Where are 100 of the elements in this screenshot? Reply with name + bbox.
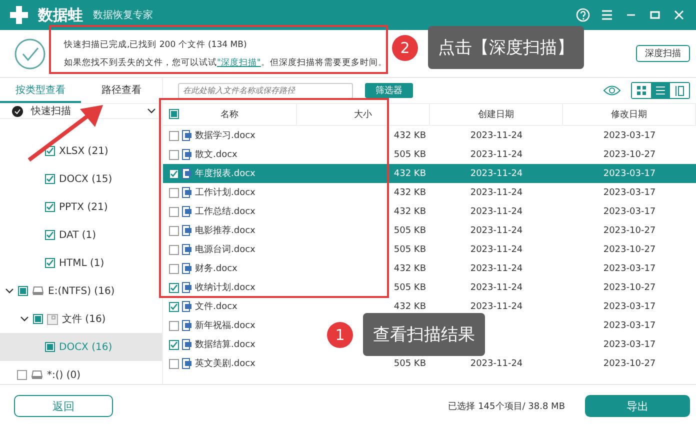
checkbox[interactable] — [45, 202, 55, 212]
deep-scan-hint: 如果您找不到丢失的文件，您可以试试"深度扫描"。但深度扫描将需要更多时间。 — [64, 56, 388, 68]
close-icon[interactable] — [672, 8, 686, 22]
file-size: 432 KB — [392, 264, 427, 274]
created-date: 2023-11-24 — [469, 226, 524, 236]
document-icon — [182, 339, 192, 350]
file-name: 数据结算.docx — [195, 338, 256, 351]
file-size: 432 KB — [392, 168, 427, 178]
checkbox[interactable] — [169, 226, 179, 236]
column-header[interactable]: 创建日期 — [430, 104, 563, 125]
tree-item[interactable]: DOCX (15) — [0, 165, 162, 193]
checkbox[interactable] — [169, 244, 179, 254]
checkbox[interactable] — [45, 174, 55, 184]
chevron-icon[interactable] — [20, 316, 29, 322]
checkbox[interactable] — [33, 314, 43, 324]
document-icon — [182, 130, 192, 141]
chevron-icon[interactable] — [147, 108, 156, 114]
view-mode-toggle[interactable] — [631, 82, 690, 99]
created-date: 2023-11-24 — [469, 188, 524, 198]
checkbox[interactable] — [45, 258, 55, 268]
created-date: 2023-11-24 — [469, 168, 524, 178]
app-logo-text: 数据蛙 — [38, 6, 83, 24]
checkbox[interactable] — [169, 320, 179, 330]
document-icon — [182, 168, 192, 179]
tree-item[interactable]: PPTX (21) — [0, 193, 162, 221]
checkbox[interactable] — [169, 150, 179, 160]
document-icon — [182, 320, 192, 331]
checkbox[interactable] — [17, 370, 27, 380]
file-name: 年度报表.docx — [195, 168, 256, 180]
checkbox[interactable] — [169, 282, 179, 292]
checkbox[interactable] — [169, 302, 179, 312]
tree-item[interactable]: HTML (1) — [0, 249, 162, 277]
document-icon — [182, 301, 192, 312]
help-icon[interactable] — [576, 8, 590, 22]
file-name: 财务.docx — [195, 262, 238, 275]
file-name: 工作计划.docx — [195, 186, 256, 199]
checkbox[interactable] — [169, 188, 179, 198]
modified-date: 2023-03-17 — [602, 264, 657, 274]
created-date: 2023-11-24 — [469, 150, 524, 160]
filter-button[interactable]: 筛选器 — [365, 83, 413, 98]
file-name: 收纳计划.docx — [195, 282, 256, 294]
export-button[interactable]: 导出 — [585, 395, 690, 417]
maximize-icon[interactable] — [648, 8, 662, 22]
scan-complete-text: 快速扫描已完成,已找到 200 个文件 (134 MB) — [64, 38, 248, 50]
deep-scan-button[interactable]: 深度扫描 — [636, 45, 690, 62]
deep-scan-link[interactable]: "深度扫描" — [217, 58, 261, 68]
created-date: 2023-11-24 — [469, 264, 524, 274]
created-date: 2023-11-24 — [469, 130, 524, 140]
file-name: 英文美剧.docx — [195, 358, 256, 370]
checkbox[interactable] — [169, 264, 179, 274]
view-tab[interactable]: 路径查看 — [81, 78, 162, 103]
tree-item[interactable]: E:(NTFS) (16) — [0, 277, 162, 305]
checkbox[interactable] — [169, 168, 179, 178]
created-date: 2023-11-24 — [469, 206, 524, 216]
checkbox[interactable] — [18, 286, 28, 296]
checkbox[interactable] — [169, 109, 179, 119]
eye-icon[interactable] — [603, 85, 621, 96]
checkbox[interactable] — [169, 130, 179, 140]
file-row[interactable]: 年度报表.docx 432 KB 2023-11-24 2023-03-17 — [163, 164, 696, 183]
app-subtitle: 数据恢复专家 — [93, 8, 153, 22]
modified-date: 2023-10-27 — [602, 282, 657, 292]
menu-icon[interactable] — [600, 8, 614, 22]
grid-icon — [637, 86, 646, 95]
search-field[interactable]: 在此处输入文件名称或保存路径 — [178, 82, 353, 98]
list-view-button[interactable] — [651, 83, 670, 98]
modified-date: 2023-03-17 — [602, 206, 657, 216]
document-icon — [182, 282, 192, 293]
tree-item[interactable]: DAT (1) — [0, 221, 162, 249]
column-header[interactable]: 修改日期 — [563, 104, 696, 125]
file-size: 505 KB — [392, 282, 427, 292]
callout-bubble: 点击【深度扫描】 — [428, 26, 584, 69]
document-icon — [182, 244, 192, 255]
checkbox[interactable] — [169, 358, 179, 368]
file-name: 新年祝福.docx — [195, 320, 256, 332]
chevron-icon[interactable] — [5, 288, 14, 294]
modified-date: 2023-10-27 — [602, 244, 657, 254]
tree-item[interactable]: 文件 (16) — [0, 305, 162, 333]
tree-item[interactable]: XLSX (21) — [0, 137, 162, 165]
column-header[interactable]: 名称 — [163, 104, 297, 125]
column-header[interactable]: 大小 — [297, 104, 430, 125]
view-tab[interactable]: 按类型查看 — [0, 78, 81, 103]
checkbox[interactable] — [169, 340, 179, 350]
back-button[interactable]: 返回 — [14, 395, 113, 417]
modified-date: 2023-03-17 — [602, 130, 657, 140]
drive-icon — [31, 370, 43, 380]
document-icon — [182, 206, 192, 217]
file-size: 505 KB — [392, 226, 427, 236]
tree-item[interactable]: *:() (0) — [0, 361, 162, 384]
checkbox[interactable] — [45, 230, 55, 240]
modified-date: 2023-03-17 — [602, 340, 657, 350]
created-date: 2023-11-24 — [469, 358, 524, 368]
checkbox[interactable] — [169, 206, 179, 216]
document-icon — [182, 263, 192, 274]
document-icon — [182, 187, 192, 198]
modified-date: 2023-03-17 — [602, 188, 657, 198]
file-size: 505 KB — [392, 244, 427, 254]
modified-date: 2023-03-17 — [602, 168, 657, 178]
list-icon — [656, 86, 665, 95]
file-name: 电源台词.docx — [195, 244, 256, 256]
checkbox[interactable] — [45, 342, 55, 352]
